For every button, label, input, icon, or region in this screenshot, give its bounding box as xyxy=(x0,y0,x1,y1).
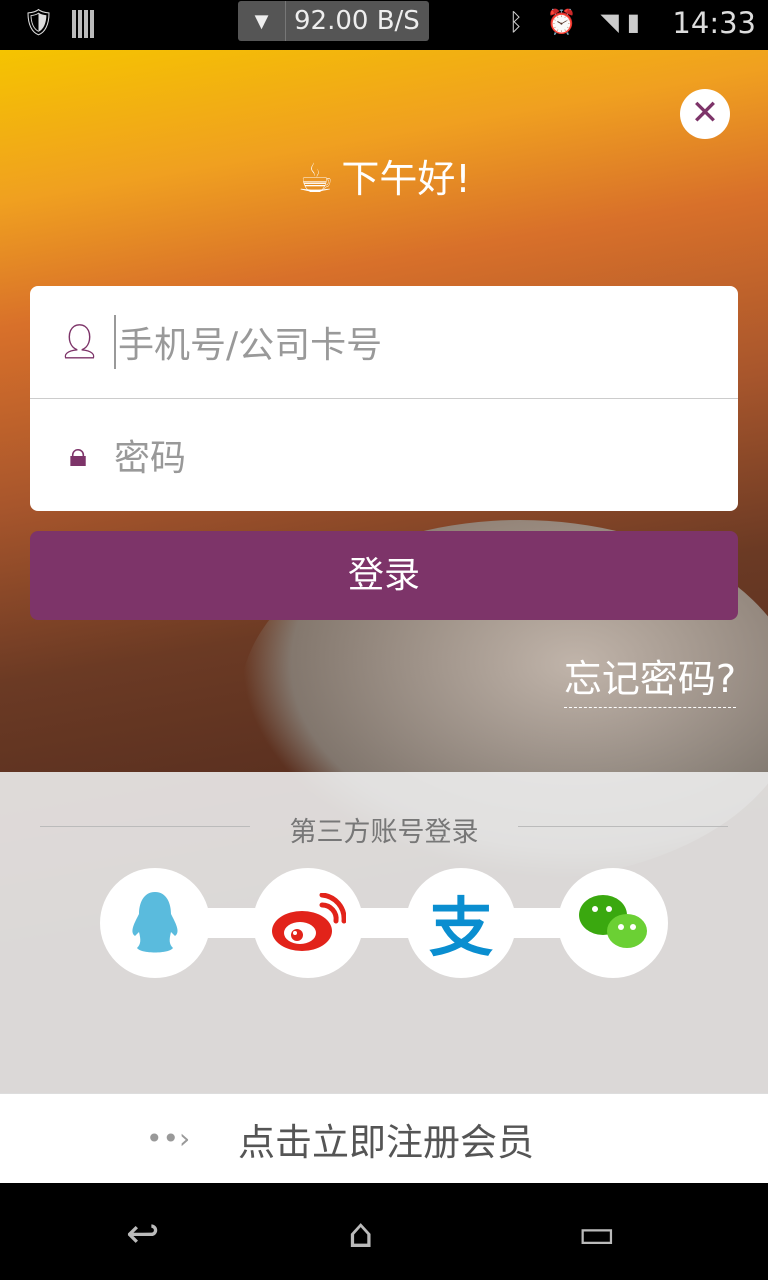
recent-apps-button[interactable]: ▭ xyxy=(578,1211,616,1257)
forgot-password-link[interactable]: 忘记密码? xyxy=(563,648,736,708)
greeting: ☕ 下午好! xyxy=(0,148,768,203)
username-field[interactable]: 👤︎ 手机号/公司卡号 xyxy=(30,286,738,398)
system-icons: ᛒ ⏰ ◥▮ xyxy=(508,8,648,36)
wifi-icon: ▼ xyxy=(238,1,286,41)
text-cursor xyxy=(114,315,116,369)
password-placeholder: 密码 xyxy=(114,437,187,479)
close-button[interactable]: ✕ xyxy=(680,89,730,139)
login-screen: ✕ ☕ 下午好! 👤︎ 手机号/公司卡号 🔒︎ 密码 登录 忘记密码? 第三方账号… xyxy=(0,50,768,1183)
third-party-login: 第三方账号登录 支 xyxy=(0,772,768,1093)
wechat-icon xyxy=(579,895,647,948)
greeting-text: 下午好! xyxy=(341,157,471,201)
back-button[interactable]: ↩ xyxy=(126,1211,160,1257)
login-button[interactable]: 登录 xyxy=(30,531,738,620)
weibo-login-button[interactable] xyxy=(253,868,363,978)
username-placeholder: 手机号/公司卡号 xyxy=(118,325,383,366)
barcode-icon xyxy=(72,10,96,38)
qq-icon xyxy=(132,892,178,953)
home-button[interactable]: ⌂ xyxy=(348,1211,373,1257)
third-party-title: 第三方账号登录 xyxy=(289,817,479,848)
alipay-login-button[interactable]: 支 xyxy=(406,868,516,978)
lock-icon: 🔒︎ xyxy=(68,434,88,475)
user-icon: 👤︎ xyxy=(58,322,102,362)
alipay-icon: 支 xyxy=(429,892,493,966)
wechat-login-button[interactable] xyxy=(558,868,668,978)
shield-icon: 🛡 xyxy=(22,8,56,38)
clock: 14:33 xyxy=(672,6,756,40)
password-field[interactable]: 🔒︎ 密码 xyxy=(30,398,738,510)
arrow-right-icon: ••› xyxy=(146,1122,191,1155)
weibo-icon xyxy=(272,893,346,951)
register-link[interactable]: 点击立即注册会员 xyxy=(238,1112,534,1166)
coffee-cup-icon: ☕ xyxy=(297,156,334,202)
status-bar: 🛡 ▼ 92.00 B/S ᛒ ⏰ ◥▮ 14:33 xyxy=(0,0,768,50)
register-bar[interactable]: ••› 点击立即注册会员 xyxy=(0,1093,768,1183)
net-speed: 92.00 B/S xyxy=(294,6,420,36)
qq-login-button[interactable] xyxy=(100,868,210,978)
net-speed-indicator: ▼ 92.00 B/S xyxy=(238,1,429,41)
login-form: 👤︎ 手机号/公司卡号 🔒︎ 密码 xyxy=(30,286,738,511)
navigation-bar: ↩ ⌂ ▭ xyxy=(0,1183,768,1280)
